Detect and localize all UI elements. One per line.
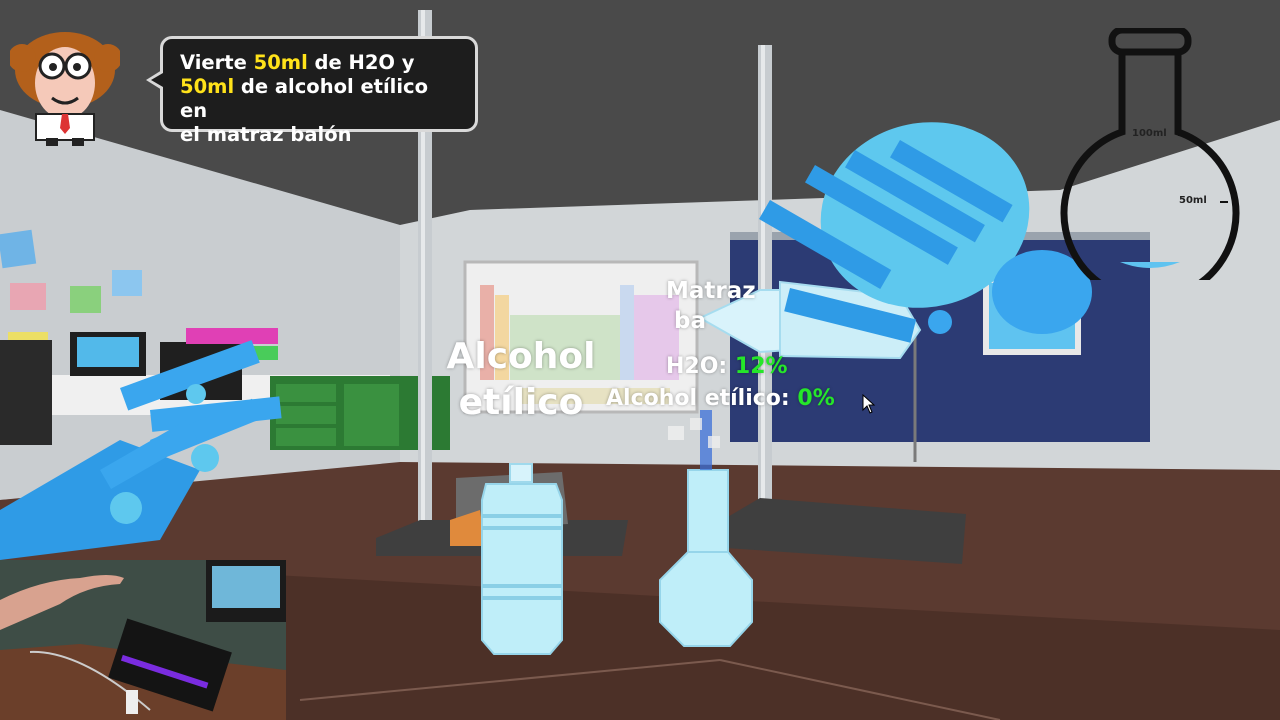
instruction-bubble: Vierte 50ml de H2O y 50ml de alcohol etí… <box>160 36 478 146</box>
instruction-amount-2: 50ml <box>180 75 235 98</box>
alcohol-readout-value: 0% <box>797 386 835 411</box>
webcam-overlay <box>0 560 286 720</box>
gauge-mark-50: 50ml <box>1179 195 1207 206</box>
matraz-label-line2: ba <box>674 308 706 334</box>
alcohol-label-line2: etílico <box>458 382 584 423</box>
alcohol-label: Alcohol etílico <box>446 334 596 426</box>
instruction-text-2: de H2O y <box>307 51 415 74</box>
cursor-arrow-icon <box>862 394 876 414</box>
instruction-text-4: el matraz balón <box>180 123 352 146</box>
professor-avatar-icon <box>10 32 120 146</box>
speech-bubble-tail-inner <box>151 73 163 87</box>
matraz-label-line1: Matraz <box>666 278 756 304</box>
h2o-label: H2O: <box>666 354 728 379</box>
instruction-text-1: Vierte <box>180 51 254 74</box>
alcohol-bottle[interactable] <box>481 463 563 655</box>
instruction-amount-1: 50ml <box>253 51 308 74</box>
alcohol-readout-label: Alcohol etílico: <box>606 386 790 411</box>
h2o-readout: H2O: 12% <box>666 354 788 379</box>
flask-gauge-icon: 100ml 50ml <box>1060 26 1244 303</box>
alcohol-label-line1: Alcohol <box>446 336 596 377</box>
alcohol-readout: Alcohol etílico: 0% <box>606 386 835 411</box>
gauge-mark-100: 100ml <box>1132 128 1167 139</box>
matraz-label: Matraz ba <box>666 276 756 336</box>
h2o-value: 12% <box>734 354 788 379</box>
